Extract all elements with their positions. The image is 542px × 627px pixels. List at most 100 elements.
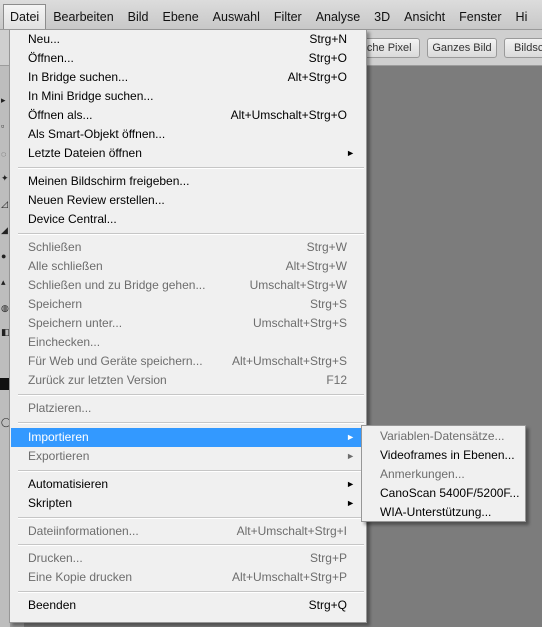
menu-item-platzieren: Platzieren... (11, 399, 365, 418)
menu-bild[interactable]: Bild (121, 5, 156, 29)
marquee-tool-icon[interactable]: ▫ (1, 122, 9, 131)
submenu-item-label: CanoScan 5400F/5200F... (380, 486, 520, 500)
menu-item-oeffnen-als[interactable]: Öffnen als... Alt+Umschalt+Strg+O (11, 106, 365, 125)
menu-item-label: Öffnen als... (28, 108, 93, 122)
menu-item-label: Neuen Review erstellen... (28, 193, 165, 207)
menu-item-label: Skripten (28, 496, 73, 510)
fill-screen-button[interactable]: Bildsch (504, 38, 542, 58)
menu-item-label: Dateiinformationen... (28, 524, 139, 538)
submenu-item-videoframes[interactable]: Videoframes in Ebenen... (363, 446, 524, 465)
move-tool-icon[interactable]: ▸ (1, 96, 9, 105)
menu-datei[interactable]: Datei (3, 4, 47, 29)
menu-item-mini-bridge-suchen[interactable]: In Mini Bridge suchen... (11, 87, 365, 106)
menu-item-label: Für Web und Geräte speichern... (28, 354, 203, 368)
menu-bearbeiten[interactable]: Bearbeiten (46, 5, 120, 29)
menu-item-shortcut: Alt+Umschalt+Strg+O (230, 108, 347, 122)
menu-item-shortcut: Strg+S (309, 297, 347, 311)
menu-item-speichern-unter: Speichern unter... Umschalt+Strg+S (11, 314, 365, 333)
menu-item-shortcut: Alt+Umschalt+Strg+I (236, 524, 347, 538)
menu-item-label: Zurück zur letzten Version (28, 373, 167, 387)
menu-item-review-erstellen[interactable]: Neuen Review erstellen... (11, 191, 365, 210)
menu-separator (18, 394, 364, 396)
menu-item-device-central[interactable]: Device Central... (11, 210, 365, 229)
menu-separator (18, 422, 364, 424)
menu-item-importieren[interactable]: Importieren ► (11, 428, 365, 447)
submenu-item-label: Videoframes in Ebenen... (380, 448, 515, 462)
menu-filter[interactable]: Filter (267, 5, 309, 29)
menu-item-label: In Bridge suchen... (28, 70, 129, 84)
menu-separator (18, 470, 364, 472)
menu-separator (18, 233, 364, 235)
menu-item-neu[interactable]: Neu... Strg+N (11, 30, 365, 49)
menu-ebene[interactable]: Ebene (156, 5, 206, 29)
submenu-arrow-icon: ► (346, 451, 355, 461)
submenu-item-label: Variablen-Datensätze... (380, 429, 505, 443)
menu-item-label: In Mini Bridge suchen... (28, 89, 154, 103)
menu-item-label: Platzieren... (28, 401, 92, 415)
menu-item-automatisieren[interactable]: Automatisieren ► (11, 475, 365, 494)
submenu-arrow-icon: ► (346, 432, 355, 442)
menu-item-label: Drucken... (28, 551, 83, 565)
menu-item-shortcut: Strg+Q (308, 598, 347, 612)
menu-item-label: Als Smart-Objekt öffnen... (28, 127, 166, 141)
fit-screen-button[interactable]: Ganzes Bild (427, 38, 497, 58)
menu-item-label: Importieren (28, 430, 89, 444)
brush-tool-icon[interactable]: ● (1, 252, 9, 261)
eraser-tool-icon[interactable]: ◧ (1, 328, 10, 337)
menu-item-shortcut: Alt+Umschalt+Strg+P (231, 570, 347, 584)
submenu-arrow-icon: ► (346, 498, 355, 508)
menu-item-label: Device Central... (28, 212, 117, 226)
submenu-item-anmerkungen: Anmerkungen... (363, 465, 524, 484)
menu-item-bildschirm-freigeben[interactable]: Meinen Bildschirm freigeben... (11, 172, 365, 191)
menu-item-shortcut: Alt+Strg+O (287, 70, 347, 84)
menu-item-beenden[interactable]: Beenden Strg+Q (11, 596, 365, 615)
submenu-item-label: WIA-Unterstützung... (380, 505, 492, 519)
menu-item-label: Letzte Dateien öffnen (28, 146, 142, 160)
menubar: Datei Bearbeiten Bild Ebene Auswahl Filter Ana… (0, 0, 542, 30)
menu-item-skripten[interactable]: Skripten ► (11, 494, 365, 513)
menu-item-label: Speichern (28, 297, 83, 311)
menu-item-shortcut: Strg+P (309, 551, 347, 565)
menu-item-shortcut: Alt+Umschalt+Strg+S (231, 354, 347, 368)
menu-item-label: Öffnen... (28, 51, 74, 65)
submenu-item-wia[interactable]: WIA-Unterstützung... (363, 503, 524, 522)
menu-item-letzte-version: Zurück zur letzten Version F12 (11, 371, 365, 390)
menu-3d[interactable]: 3D (367, 5, 397, 29)
submenu-item-variablen: Variablen-Datensätze... (363, 427, 524, 446)
menu-item-label: Meinen Bildschirm freigeben... (28, 174, 190, 188)
menu-ansicht[interactable]: Ansicht (397, 5, 452, 29)
quick-mask-icon[interactable]: ◯ (1, 418, 11, 427)
history-brush-icon[interactable]: ◍ (1, 304, 9, 313)
menu-item-oeffnen[interactable]: Öffnen... Strg+O (11, 49, 365, 68)
menu-separator (18, 167, 364, 169)
menu-item-kopie-drucken: Eine Kopie drucken Alt+Umschalt+Strg+P (11, 568, 365, 587)
menu-item-label: Schließen und zu Bridge gehen... (28, 278, 206, 292)
menu-item-shortcut: Umschalt+Strg+S (252, 316, 347, 330)
crop-tool-icon[interactable]: ◿ (1, 200, 9, 209)
menu-item-schliessen-bridge: Schließen und zu Bridge gehen... Umschalt… (11, 276, 365, 295)
menu-item-dateiinformationen: Dateiinformationen... Alt+Umschalt+Strg+I (11, 522, 365, 541)
submenu-item-canoscan[interactable]: CanoScan 5400F/5200F... (363, 484, 524, 503)
menu-item-label: Beenden (28, 598, 77, 612)
menu-item-web-speichern: Für Web und Geräte speichern... Alt+Umsch… (11, 352, 365, 371)
menu-hilfe[interactable]: Hi (509, 5, 535, 29)
menu-item-schliessen: Schließen Strg+W (11, 238, 365, 257)
file-menu-dropdown: Neu... Strg+N Öffnen... Strg+O In Bridge s… (9, 29, 367, 623)
import-submenu: Variablen-Datensätze... Videoframes in E… (361, 425, 526, 522)
menu-fenster[interactable]: Fenster (452, 5, 508, 29)
menu-analyse[interactable]: Analyse (309, 5, 367, 29)
menu-item-exportieren: Exportieren ► (11, 447, 365, 466)
menu-item-label: Neu... (28, 32, 61, 46)
menu-item-speichern: Speichern Strg+S (11, 295, 365, 314)
stamp-tool-icon[interactable]: ▴ (1, 278, 9, 287)
menu-auswahl[interactable]: Auswahl (206, 5, 267, 29)
menu-item-shortcut: Strg+N (309, 32, 347, 46)
menu-item-bridge-suchen[interactable]: In Bridge suchen... Alt+Strg+O (11, 68, 365, 87)
menu-item-smart-objekt[interactable]: Als Smart-Objekt öffnen... (11, 125, 365, 144)
menu-item-label: Speichern unter... (28, 316, 123, 330)
menu-item-einchecken: Einchecken... (11, 333, 365, 352)
eyedropper-tool-icon[interactable]: ◢ (1, 226, 9, 235)
menu-item-letzte-dateien[interactable]: Letzte Dateien öffnen ► (11, 144, 365, 163)
lasso-tool-icon[interactable]: ◌ (1, 150, 9, 159)
wand-tool-icon[interactable]: ✦ (1, 174, 9, 183)
